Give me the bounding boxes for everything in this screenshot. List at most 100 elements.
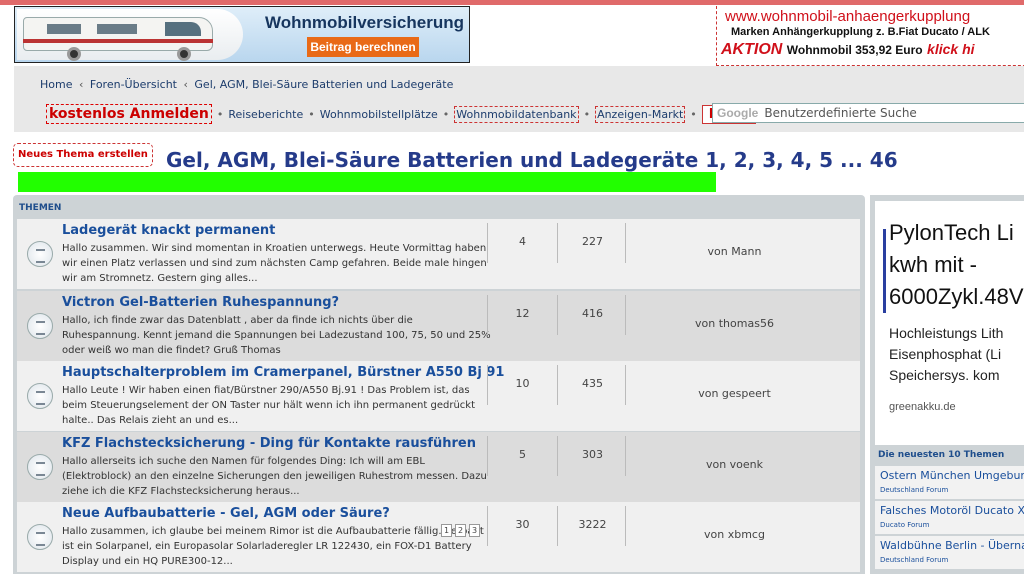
- nav-separator: •: [583, 107, 591, 121]
- new-topic-button[interactable]: Neues Thema erstellen: [13, 143, 153, 167]
- sidebar-ad-heading[interactable]: PylonTech Li kwh mit - 6000Zykl.48V: [889, 217, 1024, 313]
- search-placeholder: Benutzerdefinierte Suche: [764, 106, 917, 120]
- topic-author[interactable]: von gespeert: [625, 365, 843, 405]
- breadcrumb-current-forum[interactable]: Gel, AGM, Blei-Säure Batterien und Ladeg…: [194, 78, 453, 91]
- newest-topic-forum[interactable]: Deutschland Forum: [880, 556, 948, 564]
- motorhome-window: [97, 24, 137, 34]
- ad-title: Wohnmobilversicherung: [265, 13, 464, 32]
- topic-read-icon: [27, 524, 53, 550]
- sidebar-ad-url[interactable]: greenakku.de: [889, 401, 956, 413]
- breadcrumb-home[interactable]: Home: [40, 78, 72, 91]
- topic-replies: 10: [487, 365, 557, 405]
- search-input[interactable]: Google Benutzerdefinierte Suche: [712, 103, 1024, 123]
- green-highlight-bar: [18, 172, 716, 192]
- page-title: Gel, AGM, Blei-Säure Batterien und Ladeg…: [166, 148, 898, 172]
- topic-title[interactable]: Ladegerät knackt permanent: [62, 223, 275, 238]
- register-link[interactable]: kostenlos Anmelden: [46, 104, 212, 124]
- forum-title: Gel, AGM, Blei-Säure Batterien und Ladeg…: [166, 148, 699, 172]
- topic-author[interactable]: von Mann: [625, 223, 843, 263]
- newest-topic-forum[interactable]: Ducato Forum: [880, 521, 929, 529]
- nav-separator: •: [308, 107, 315, 121]
- breadcrumb-separator: ‹: [78, 78, 84, 91]
- ad-url[interactable]: www.wohnmobil-anhaengerkupplung: [725, 8, 970, 25]
- topic-page-link[interactable]: 1: [441, 524, 452, 537]
- topics-header: THEMEN: [19, 203, 62, 213]
- topic-excerpt: Hallo, ich finde zwar das Datenblatt , a…: [62, 315, 491, 356]
- ad-klick-link[interactable]: klick hi: [927, 41, 974, 57]
- newest-topic-forum[interactable]: Deutschland Forum: [880, 486, 948, 494]
- nav-links: kostenlos Anmelden • Reiseberichte • Woh…: [46, 102, 773, 126]
- sidebar-ad[interactable]: PylonTech Li kwh mit - 6000Zykl.48V Hoch…: [875, 201, 1024, 445]
- nav-separator: •: [690, 107, 697, 121]
- topic-row[interactable]: KFZ Flachstecksicherung - Ding für Konta…: [17, 432, 860, 502]
- topic-excerpt: Hallo zusammen, ich glaube bei meinem Ri…: [62, 526, 484, 567]
- topic-page-link[interactable]: 2: [455, 524, 466, 537]
- motorhome-wheel: [177, 47, 191, 61]
- topic-replies: 5: [487, 436, 557, 476]
- ad-price: Wohnmobil 353,92 Euro: [786, 43, 923, 57]
- ad-aktion: AKTION: [721, 41, 783, 58]
- topic-list: THEMEN Ladegerät knackt permanent Hallo …: [13, 195, 865, 574]
- topic-views: 303: [557, 436, 627, 476]
- nav-link-stellplaetze[interactable]: Wohnmobilstellplätze: [320, 108, 438, 121]
- newest-topic-item[interactable]: Waldbühne Berlin - Übernac Deutschland F…: [875, 536, 1024, 569]
- topic-excerpt: Hallo allerseits ich suche den Namen für…: [62, 456, 487, 497]
- topic-title[interactable]: Hauptschalterproblem im Cramerpanel, Bür…: [62, 365, 504, 380]
- topic-read-icon: [27, 241, 53, 267]
- topic-title[interactable]: KFZ Flachstecksicherung - Ding für Konta…: [62, 436, 476, 451]
- motorhome-windshield: [165, 22, 201, 36]
- motorhome-wheel: [67, 47, 81, 61]
- nav-link-anzeigen-markt[interactable]: Anzeigen-Markt: [595, 105, 686, 123]
- topic-page-link[interactable]: 3: [469, 524, 480, 537]
- topic-read-icon: [27, 454, 53, 480]
- ad-subline: Marken Anhängerkupplung z. B.Fiat Ducato…: [731, 26, 990, 38]
- breadcrumb: Home ‹ Foren-Übersicht ‹ Gel, AGM, Blei-…: [40, 78, 453, 91]
- topic-row[interactable]: Neue Aufbaubatterie - Gel, AGM oder Säur…: [17, 502, 860, 572]
- ad-offer-line: AKTION Wohnmobil 353,92 Euro klick hi: [721, 41, 975, 59]
- topic-row[interactable]: Hauptschalterproblem im Cramerpanel, Bür…: [17, 361, 860, 431]
- topic-excerpt: Hallo Leute ! Wir haben einen fiat/Bürst…: [62, 385, 476, 426]
- topic-row[interactable]: Ladegerät knackt permanent Hallo zusamme…: [17, 219, 860, 289]
- sidebar-ad-description: Hochleistungs Lith Eisenphosphat (Li Spe…: [889, 325, 1004, 383]
- google-logo: Google: [717, 106, 759, 120]
- newest-topic-title[interactable]: Ostern München Umgebung: [880, 469, 1024, 482]
- topic-row[interactable]: Victron Gel-Batterien Ruhespannung? Hall…: [17, 291, 860, 361]
- breadcrumb-separator: ‹: [183, 78, 188, 91]
- topic-author[interactable]: von thomas56: [625, 295, 843, 335]
- topic-title[interactable]: Victron Gel-Batterien Ruhespannung?: [62, 295, 339, 310]
- topic-pagination: 1 2 3: [441, 524, 480, 537]
- topic-replies: 4: [487, 223, 557, 263]
- motorhome-image: [17, 9, 243, 61]
- newest-topic-item[interactable]: Ostern München Umgebung Deutschland Foru…: [875, 466, 1024, 499]
- ad-calc-button[interactable]: Beitrag berechnen: [307, 37, 419, 57]
- newest-topic-item[interactable]: Falsches Motoröl Ducato X2 Ducato Forum: [875, 501, 1024, 534]
- nav-separator: •: [442, 107, 450, 121]
- hitch-ad-banner[interactable]: www.wohnmobil-anhaengerkupplung Marken A…: [716, 6, 1024, 66]
- nav-link-reiseberichte[interactable]: Reiseberichte: [228, 108, 303, 121]
- topic-excerpt: Hallo zusammen. Wir sind momentan in Kro…: [62, 243, 487, 284]
- topic-read-icon: [27, 313, 53, 339]
- newest-topic-title[interactable]: Waldbühne Berlin - Übernac: [880, 539, 1024, 552]
- topic-author[interactable]: von xbmcg: [625, 506, 843, 546]
- newest-topics-header: Die neuesten 10 Themen: [878, 450, 1005, 460]
- ad-accent-bar: [883, 229, 886, 313]
- topic-views: 435: [557, 365, 627, 405]
- topic-views: 3222: [557, 506, 627, 546]
- topic-title[interactable]: Neue Aufbaubatterie - Gel, AGM oder Säur…: [62, 506, 390, 521]
- topic-read-icon: [27, 383, 53, 409]
- nav-separator: •: [216, 107, 224, 121]
- right-sidebar: PylonTech Li kwh mit - 6000Zykl.48V Hoch…: [870, 195, 1024, 574]
- topic-replies: 30: [487, 506, 557, 546]
- topic-replies: 12: [487, 295, 557, 335]
- topic-views: 416: [557, 295, 627, 335]
- newest-topic-title[interactable]: Falsches Motoröl Ducato X2: [880, 504, 1024, 517]
- navigation-bar: Home ‹ Foren-Übersicht ‹ Gel, AGM, Blei-…: [14, 66, 1024, 132]
- topic-views: 227: [557, 223, 627, 263]
- topic-author[interactable]: von voenk: [625, 436, 843, 476]
- motorhome-window: [47, 24, 81, 34]
- breadcrumb-forum-overview[interactable]: Foren-Übersicht: [90, 78, 177, 91]
- top-accent-line: [0, 0, 1024, 5]
- nav-link-datenbank[interactable]: Wohnmobildatenbank: [454, 105, 579, 123]
- insurance-ad-banner[interactable]: Wohnmobilversicherung Beitrag berechnen: [14, 6, 470, 63]
- pagination[interactable]: 1, 2, 3, 4, 5 ... 46: [705, 148, 897, 172]
